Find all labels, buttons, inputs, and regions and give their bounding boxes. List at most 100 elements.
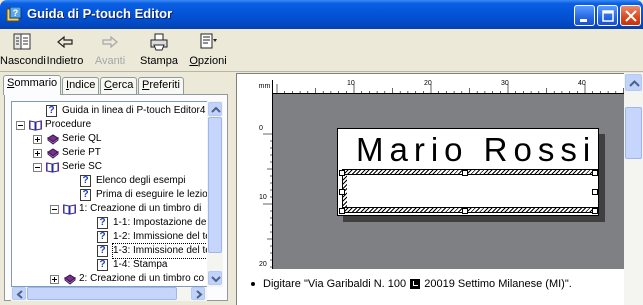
tree-vertical-scrollbar[interactable] (207, 101, 223, 287)
scroll-down-button[interactable] (208, 271, 222, 285)
print-label: Stampa (140, 55, 178, 67)
selection-handle (592, 208, 598, 214)
expand-icon[interactable] (33, 149, 42, 158)
closed-book-icon (64, 274, 76, 285)
tree-node[interactable]: ? Guida in linea di P-touch Editor4 (12, 104, 210, 118)
left-ruler-ticks (263, 133, 273, 268)
hscroll-thumb[interactable] (27, 287, 177, 300)
help-page-icon: ? (97, 217, 108, 229)
content-vertical-scrollbar[interactable] (624, 73, 643, 305)
toolbar: Nascondi Indietro Avanti Stampa Opzioni (0, 29, 643, 72)
tree-node-label: Serie QL (62, 133, 102, 144)
tree-horizontal-scrollbar[interactable] (11, 287, 207, 301)
collapse-icon[interactable] (33, 163, 42, 172)
tree-node[interactable]: ? 1-2: Immissione del test (12, 230, 211, 244)
help-page-icon: ? (97, 231, 108, 243)
scroll-thumb[interactable] (208, 117, 222, 253)
tree-node[interactable]: 1: Creazione di un timbro di (12, 202, 210, 216)
expand-icon[interactable] (50, 275, 59, 284)
options-icon (200, 33, 217, 49)
help-window: ? Guida di P-touch Editor Nascondi Indie… (0, 0, 643, 305)
close-icon (625, 10, 637, 22)
minimize-button[interactable] (574, 5, 595, 26)
back-button[interactable]: Indietro (44, 31, 86, 69)
ruler-number: 40 (578, 80, 586, 87)
tree-node[interactable]: ? 1-4: Stampa (12, 258, 210, 272)
svg-text:?: ? (13, 8, 19, 18)
scroll-left-button[interactable] (12, 287, 26, 300)
tree-node-label: Serie PT (62, 147, 101, 158)
tree-node[interactable]: Serie QL (12, 132, 210, 146)
tab-search-underline: C (104, 79, 112, 91)
forward-button[interactable]: Avanti (88, 31, 132, 69)
left-ruler: 0 10 20 (257, 94, 273, 269)
enter-key-icon (410, 279, 421, 290)
help-page-icon: ? (80, 189, 91, 201)
title-bar[interactable]: ? Guida di P-touch Editor (0, 0, 643, 29)
instruction-after: 20019 Settimo Milanese (MI)". (424, 278, 572, 290)
text-frame-top-border (342, 169, 598, 175)
content-scroll-up-button[interactable] (625, 74, 642, 91)
tab-contents-rest: ommario (14, 77, 58, 89)
help-page-icon: ? (97, 245, 108, 257)
tree-node[interactable]: ? Elenco degli esempi (12, 174, 210, 188)
help-page-icon: ? (80, 175, 91, 187)
options-rest: pzioni (197, 55, 227, 67)
options-button[interactable]: Opzioni (186, 31, 230, 69)
tree-node-label: 1-3: Immissione del test (112, 243, 210, 259)
tree-node-label: Elenco degli esempi (96, 175, 186, 186)
tree-node[interactable]: ? 1-1: Impostazione delle (12, 216, 211, 230)
chevron-up-icon (211, 106, 221, 113)
tab-index[interactable]: Indice (62, 77, 100, 94)
topic-content: 10 20 30 40 0 10 20 mm Mario Rossi Digit… (236, 73, 643, 305)
open-book-icon (46, 162, 59, 173)
selection-handle (339, 189, 345, 195)
collapse-icon[interactable] (50, 205, 59, 214)
tab-favorites[interactable]: Preferiti (138, 77, 184, 94)
help-page-icon: ? (97, 259, 108, 271)
editor-screenshot: 10 20 30 40 0 10 20 mm Mario Rossi (257, 80, 625, 269)
window-title: Guida di P-touch Editor (27, 6, 173, 21)
collapse-icon[interactable] (16, 121, 25, 130)
content-scroll-thumb[interactable] (625, 107, 642, 159)
back-label: Indietro (46, 55, 84, 67)
hide-button[interactable]: Nascondi (0, 31, 46, 69)
chevron-right-icon (196, 290, 203, 299)
close-button[interactable] (620, 5, 641, 26)
tree-node-label: 2: Creazione di un timbro co (79, 273, 205, 284)
tree-node-label: Guida in linea di P-touch Editor4 (62, 105, 206, 116)
hide-pane-icon (13, 33, 31, 50)
bullet-icon (251, 282, 255, 287)
scroll-up-button[interactable] (208, 102, 222, 116)
tree-node[interactable]: 2: Creazione di un timbro co (12, 272, 210, 286)
selection-handle (592, 170, 598, 176)
maximize-button[interactable] (597, 5, 618, 26)
forward-label: Avanti (94, 55, 126, 67)
tree-node[interactable]: ? 1-3: Immissione del test (12, 243, 210, 259)
tab-favorites-rest: referiti (149, 79, 180, 91)
contents-panel: ? Guida in linea di P-touch Editor4 Proced… (4, 94, 228, 301)
tab-contents[interactable]: Sommario (3, 75, 62, 95)
selection-handle (339, 208, 345, 214)
contents-tree[interactable]: ? Guida in linea di P-touch Editor4 Proced… (11, 101, 211, 287)
scroll-right-button[interactable] (191, 287, 205, 300)
tree-node[interactable]: Serie PT (12, 146, 210, 160)
tab-search[interactable]: Cerca (100, 77, 138, 94)
ruler-number: 10 (259, 194, 267, 201)
expand-icon[interactable] (33, 135, 42, 144)
closed-book-icon (47, 148, 59, 159)
label-preview: Mario Rossi (337, 128, 599, 216)
tree-node-label: 1-2: Immissione del test (113, 231, 211, 242)
chevron-up-icon (629, 80, 640, 87)
navigation-pane: Sommario Indice Cerca Preferiti ? Guida i… (0, 73, 232, 305)
tree-node-label: 1-1: Impostazione delle (113, 217, 211, 228)
forward-arrow-icon (102, 35, 118, 49)
tree-node[interactable]: Serie SC (12, 160, 210, 174)
instruction-before: Digitare "Via Garibaldi N. 100 (263, 278, 407, 290)
print-button[interactable]: Stampa (138, 31, 180, 69)
maximize-icon (602, 10, 614, 22)
tree-node[interactable]: ? Prima di eseguire le lezioni (12, 188, 210, 202)
minimize-icon (580, 19, 587, 22)
closed-book-icon (47, 134, 59, 145)
tree-node[interactable]: Procedure (12, 118, 210, 132)
